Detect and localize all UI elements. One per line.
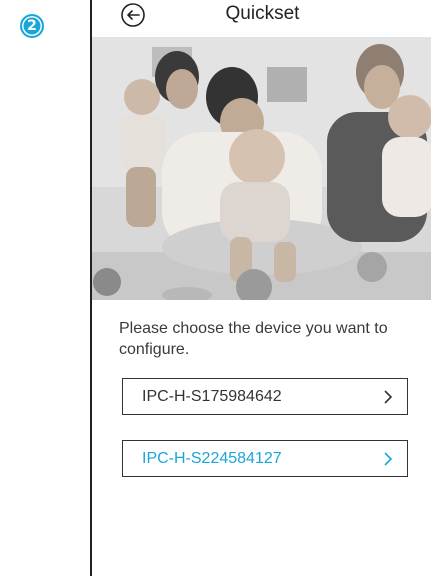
step-number-badge: 2	[20, 14, 44, 38]
instruction-text: Please choose the device you want to con…	[119, 320, 388, 358]
device-id-label: IPC-H-S175984642	[142, 387, 282, 405]
device-option-1[interactable]: IPC-H-S175984642	[122, 378, 408, 415]
chevron-right-icon	[384, 451, 393, 466]
family-photo-image	[92, 37, 431, 300]
phone-screen: Quickset Please choose the device you wa…	[90, 0, 431, 576]
page-title: Quickset	[225, 3, 300, 24]
header-bar: Quickset	[92, 0, 431, 34]
hero-photo	[92, 37, 431, 300]
chevron-right-icon	[384, 389, 393, 404]
device-id-label: IPC-H-S224584127	[142, 449, 282, 467]
step-number: 2	[27, 18, 37, 34]
device-option-2[interactable]: IPC-H-S224584127	[122, 440, 408, 477]
